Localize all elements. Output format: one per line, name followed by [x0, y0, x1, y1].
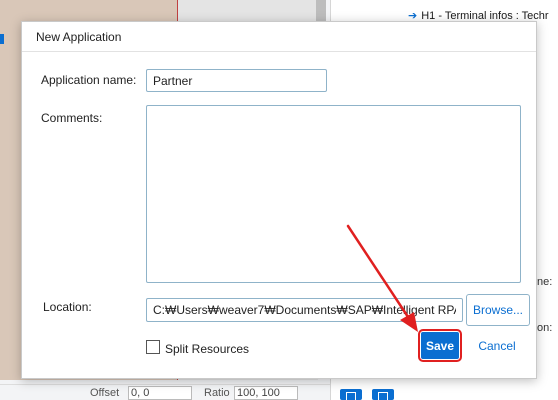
offset-stepper: 0, 0: [128, 386, 192, 400]
background-label-fragment: ne:: [537, 276, 553, 288]
split-resources-checkbox[interactable]: [146, 340, 160, 354]
offset-label: Offset: [90, 387, 120, 399]
browse-button[interactable]: Browse...: [466, 294, 530, 326]
cancel-button[interactable]: Cancel: [474, 332, 520, 359]
application-name-label: Application name:: [41, 73, 137, 87]
split-resources-label: Split Resources: [165, 342, 250, 356]
location-label: Location:: [43, 300, 92, 314]
ratio-stepper: 100, 100: [234, 386, 298, 400]
location-input[interactable]: [146, 298, 463, 322]
comments-label: Comments:: [41, 111, 103, 125]
background-selection-marker: [0, 34, 4, 44]
comments-textarea[interactable]: [146, 105, 521, 283]
background-toolbar-button: [340, 389, 362, 400]
background-label-fragment: on:: [537, 322, 553, 334]
save-button[interactable]: Save: [418, 329, 462, 362]
background-bottom-bar: Offset 0, 0 Ratio 100, 100: [0, 384, 330, 400]
background-toolbar-button: [372, 389, 394, 400]
dialog-title: New Application: [22, 22, 536, 52]
application-name-input[interactable]: [146, 69, 327, 92]
ratio-label: Ratio: [204, 387, 230, 399]
new-application-dialog: New Application Application name: Commen…: [21, 21, 537, 379]
